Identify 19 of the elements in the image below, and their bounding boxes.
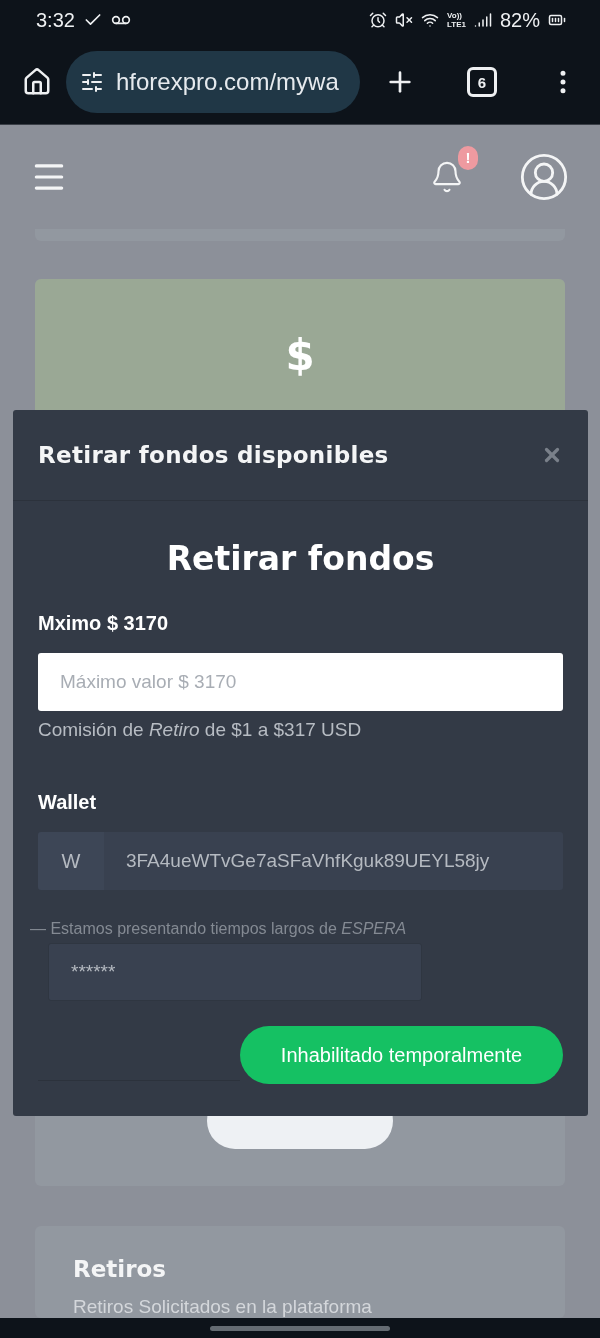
- address-bar[interactable]: hforexpro.com/mywa: [66, 51, 360, 113]
- notice-text: — Estamos presentando tiempos largos de ESPERA: [30, 920, 408, 938]
- amount-field[interactable]: Máximo valor $ 3170: [38, 653, 563, 711]
- wallet-label: Wallet: [38, 791, 98, 814]
- clock-time: 3:32: [36, 8, 75, 32]
- form-heading: Retirar fondos: [166, 539, 435, 578]
- amount-label: Mximo $ 3170: [38, 612, 170, 635]
- card-subtitle: Retiros Solicitados en la plataforma: [73, 1296, 373, 1318]
- commission-text: Comisión de Retiro de $1 a $317 USD: [38, 719, 363, 741]
- wallet-field[interactable]: 3FA4ueWTvGe7aSFaVhfKguk89UEYL58jy: [104, 832, 563, 890]
- network-label: Vo)) LTE1: [447, 11, 466, 29]
- tab-count-button[interactable]: 6: [467, 67, 497, 97]
- battery-percent: 82%: [499, 8, 540, 32]
- code-field[interactable]: ******: [48, 943, 422, 1001]
- url-text: hforexpro.com/mywa: [116, 68, 339, 96]
- notification-badge: !: [458, 145, 478, 170]
- dialog-title: Retirar fondos disponibles: [38, 442, 390, 468]
- card-title: Retiros: [73, 1256, 168, 1282]
- wallet-prefix: W: [38, 832, 104, 890]
